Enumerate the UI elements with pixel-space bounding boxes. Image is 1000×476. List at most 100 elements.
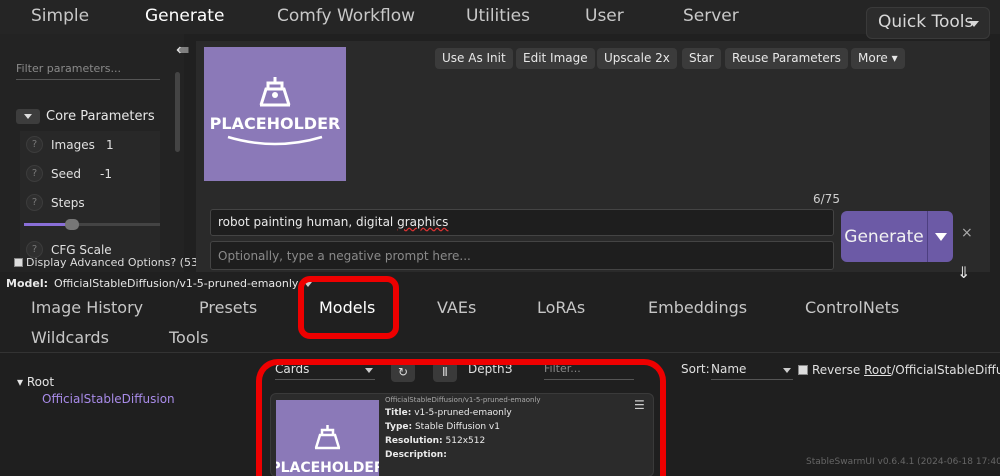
depth-input[interactable]: 3	[505, 362, 535, 380]
tab-vaes[interactable]: VAEs	[437, 298, 476, 317]
filter-parameters-input[interactable]	[16, 58, 160, 80]
reverse-option[interactable]: Reverse Root / OfficialStableDiffusion	[798, 363, 1000, 377]
collapse-toggle-icon[interactable]	[16, 108, 40, 124]
placeholder-label: PLACEHOLDER	[210, 114, 341, 133]
tab-comfy-workflow[interactable]: Comfy Workflow	[277, 6, 415, 26]
tab-controlnets[interactable]: ControlNets	[805, 298, 899, 317]
collapse-panel-icon[interactable]: ⇚	[176, 40, 189, 59]
param-cfg-label: CFG Scale	[51, 242, 112, 257]
description-label: Description:	[385, 450, 447, 460]
menu-icon[interactable]: ☰	[634, 398, 645, 412]
expand-down-icon[interactable]: ⇓	[957, 263, 970, 282]
models-browser: ▾ Root OfficialStableDiffusion Cards ↻ Ⅱ…	[0, 352, 1000, 476]
generate-button[interactable]: Generate	[841, 211, 927, 262]
param-images-value[interactable]: 1	[106, 138, 114, 152]
advanced-options-checkbox[interactable]	[14, 258, 23, 267]
pause-icon[interactable]: Ⅱ	[433, 362, 457, 382]
resolution-label: Resolution:	[385, 436, 443, 446]
param-seed: ? Seed -1	[26, 165, 112, 182]
reverse-checkbox[interactable]	[798, 365, 808, 375]
prompt-input[interactable]: robot painting human, digital graphics	[210, 209, 834, 236]
model-title: Title: v1-5-pruned-emaonly	[385, 408, 512, 418]
help-icon[interactable]: ?	[26, 165, 43, 182]
param-seed-value[interactable]: -1	[100, 167, 112, 181]
help-icon[interactable]: ?	[26, 194, 43, 211]
tab-utilities[interactable]: Utilities	[466, 6, 530, 26]
model-selector: Model: OfficialStableDiffusion/v1-5-prun…	[6, 277, 314, 290]
depth-label: Depth:	[468, 362, 509, 376]
model-card[interactable]: PLACEHOLDER OfficialStableDiffusion/v1-5…	[270, 393, 654, 476]
tree-expand-icon[interactable]: ▾	[17, 375, 23, 389]
more-button[interactable]: More ▾	[851, 48, 905, 69]
close-icon[interactable]: ×	[961, 225, 973, 241]
tab-models[interactable]: Models	[319, 298, 375, 317]
path-current[interactable]: OfficialStableDiffusion	[895, 363, 1000, 377]
steps-slider-fill	[24, 223, 69, 226]
param-steps-label: Steps	[51, 195, 85, 210]
view-mode-dropdown[interactable]: Cards	[275, 362, 375, 380]
model-resolution: Resolution: 512x512	[385, 436, 485, 446]
use-as-init-button[interactable]: Use As Init	[435, 48, 513, 69]
title-label: Title:	[385, 408, 412, 418]
param-steps: ? Steps	[26, 194, 85, 211]
refresh-icon[interactable]: ↻	[391, 362, 415, 382]
filter-input[interactable]: Filter...	[544, 362, 634, 380]
tab-presets[interactable]: Presets	[199, 298, 257, 317]
type-value: Stable Diffusion v1	[414, 422, 500, 432]
quick-tools-label: Quick Tools	[878, 12, 974, 32]
tree-item-officialstablediffusion[interactable]: OfficialStableDiffusion	[42, 392, 175, 406]
tree-root[interactable]: ▾ Root	[17, 375, 54, 389]
negative-prompt-input[interactable]: Optionally, type a negative prompt here.…	[210, 241, 834, 270]
model-dropdown[interactable]: OfficialStableDiffusion/v1-5-pruned-emao…	[54, 277, 314, 290]
tab-generate[interactable]: Generate	[145, 6, 224, 26]
token-count: 6/75	[813, 192, 840, 206]
placeholder-image: PLACEHOLDER	[210, 77, 341, 146]
image-preview[interactable]: PLACEHOLDER	[204, 47, 346, 181]
sort-label: Sort:	[681, 362, 710, 376]
steps-slider[interactable]	[24, 219, 160, 230]
type-label: Type:	[385, 422, 413, 432]
star-button[interactable]: Star	[682, 48, 721, 69]
placeholder-label: PLACEHOLDER	[276, 460, 379, 476]
display-advanced-options[interactable]: Display Advanced Options? (53)	[14, 256, 202, 269]
params-scrollbar[interactable]	[175, 72, 180, 152]
tab-image-history[interactable]: Image History	[31, 298, 143, 317]
quick-tools-dropdown[interactable]: Quick Tools	[866, 7, 990, 39]
model-type: Type: Stable Diffusion v1	[385, 422, 500, 432]
param-images-label: Images	[51, 137, 95, 152]
reuse-parameters-button[interactable]: Reuse Parameters	[725, 48, 848, 69]
upscale-2x-button[interactable]: Upscale 2x	[597, 48, 677, 69]
top-nav: Simple Generate Comfy Workflow Utilities…	[0, 0, 1000, 34]
tab-loras[interactable]: LoRAs	[537, 298, 585, 317]
caret-down-icon	[969, 21, 979, 27]
generate-dropdown-icon[interactable]	[927, 211, 953, 262]
path-root-link[interactable]: Root	[864, 363, 891, 377]
help-icon[interactable]: ?	[26, 136, 43, 153]
advanced-options-label: Display Advanced Options? (53)	[26, 256, 203, 269]
tab-server[interactable]: Server	[683, 6, 739, 26]
more-label: More	[858, 51, 888, 65]
prompt-text: robot painting human, digital	[218, 215, 398, 229]
placeholder-image: PLACEHOLDER	[276, 425, 379, 476]
prompt-misspelled-word: graphics	[397, 215, 449, 229]
param-images: ? Images 1	[26, 136, 114, 153]
parameters-panel: Core Parameters ? Images 1 ? Seed -1 ? S…	[0, 34, 184, 272]
tab-tools[interactable]: Tools	[169, 328, 208, 347]
model-path: OfficialStableDiffusion/v1-5-pruned-emao…	[385, 396, 541, 404]
edit-image-button[interactable]: Edit Image	[516, 48, 595, 69]
core-parameters-header[interactable]: Core Parameters	[16, 106, 155, 126]
version-text: StableSwarmUI v0.6.4.1 (2024-06-18 17:40…	[806, 457, 1000, 467]
title-value: v1-5-pruned-emaonly	[414, 408, 512, 418]
sort-dropdown[interactable]: Name	[711, 362, 793, 380]
model-label: Model:	[6, 277, 49, 290]
core-parameters-group: ? Images 1 ? Seed -1 ? Steps ? CFG Scale	[20, 131, 160, 261]
tab-wildcards[interactable]: Wildcards	[31, 328, 109, 347]
tree-root-label: Root	[26, 375, 55, 389]
core-parameters-label: Core Parameters	[46, 108, 155, 124]
tab-simple[interactable]: Simple	[31, 6, 89, 26]
chevron-down-icon: ▾	[891, 51, 898, 65]
tab-embeddings[interactable]: Embeddings	[648, 298, 747, 317]
reverse-label: Reverse	[812, 363, 861, 377]
tab-user[interactable]: User	[585, 6, 624, 26]
steps-slider-thumb[interactable]	[64, 219, 79, 230]
